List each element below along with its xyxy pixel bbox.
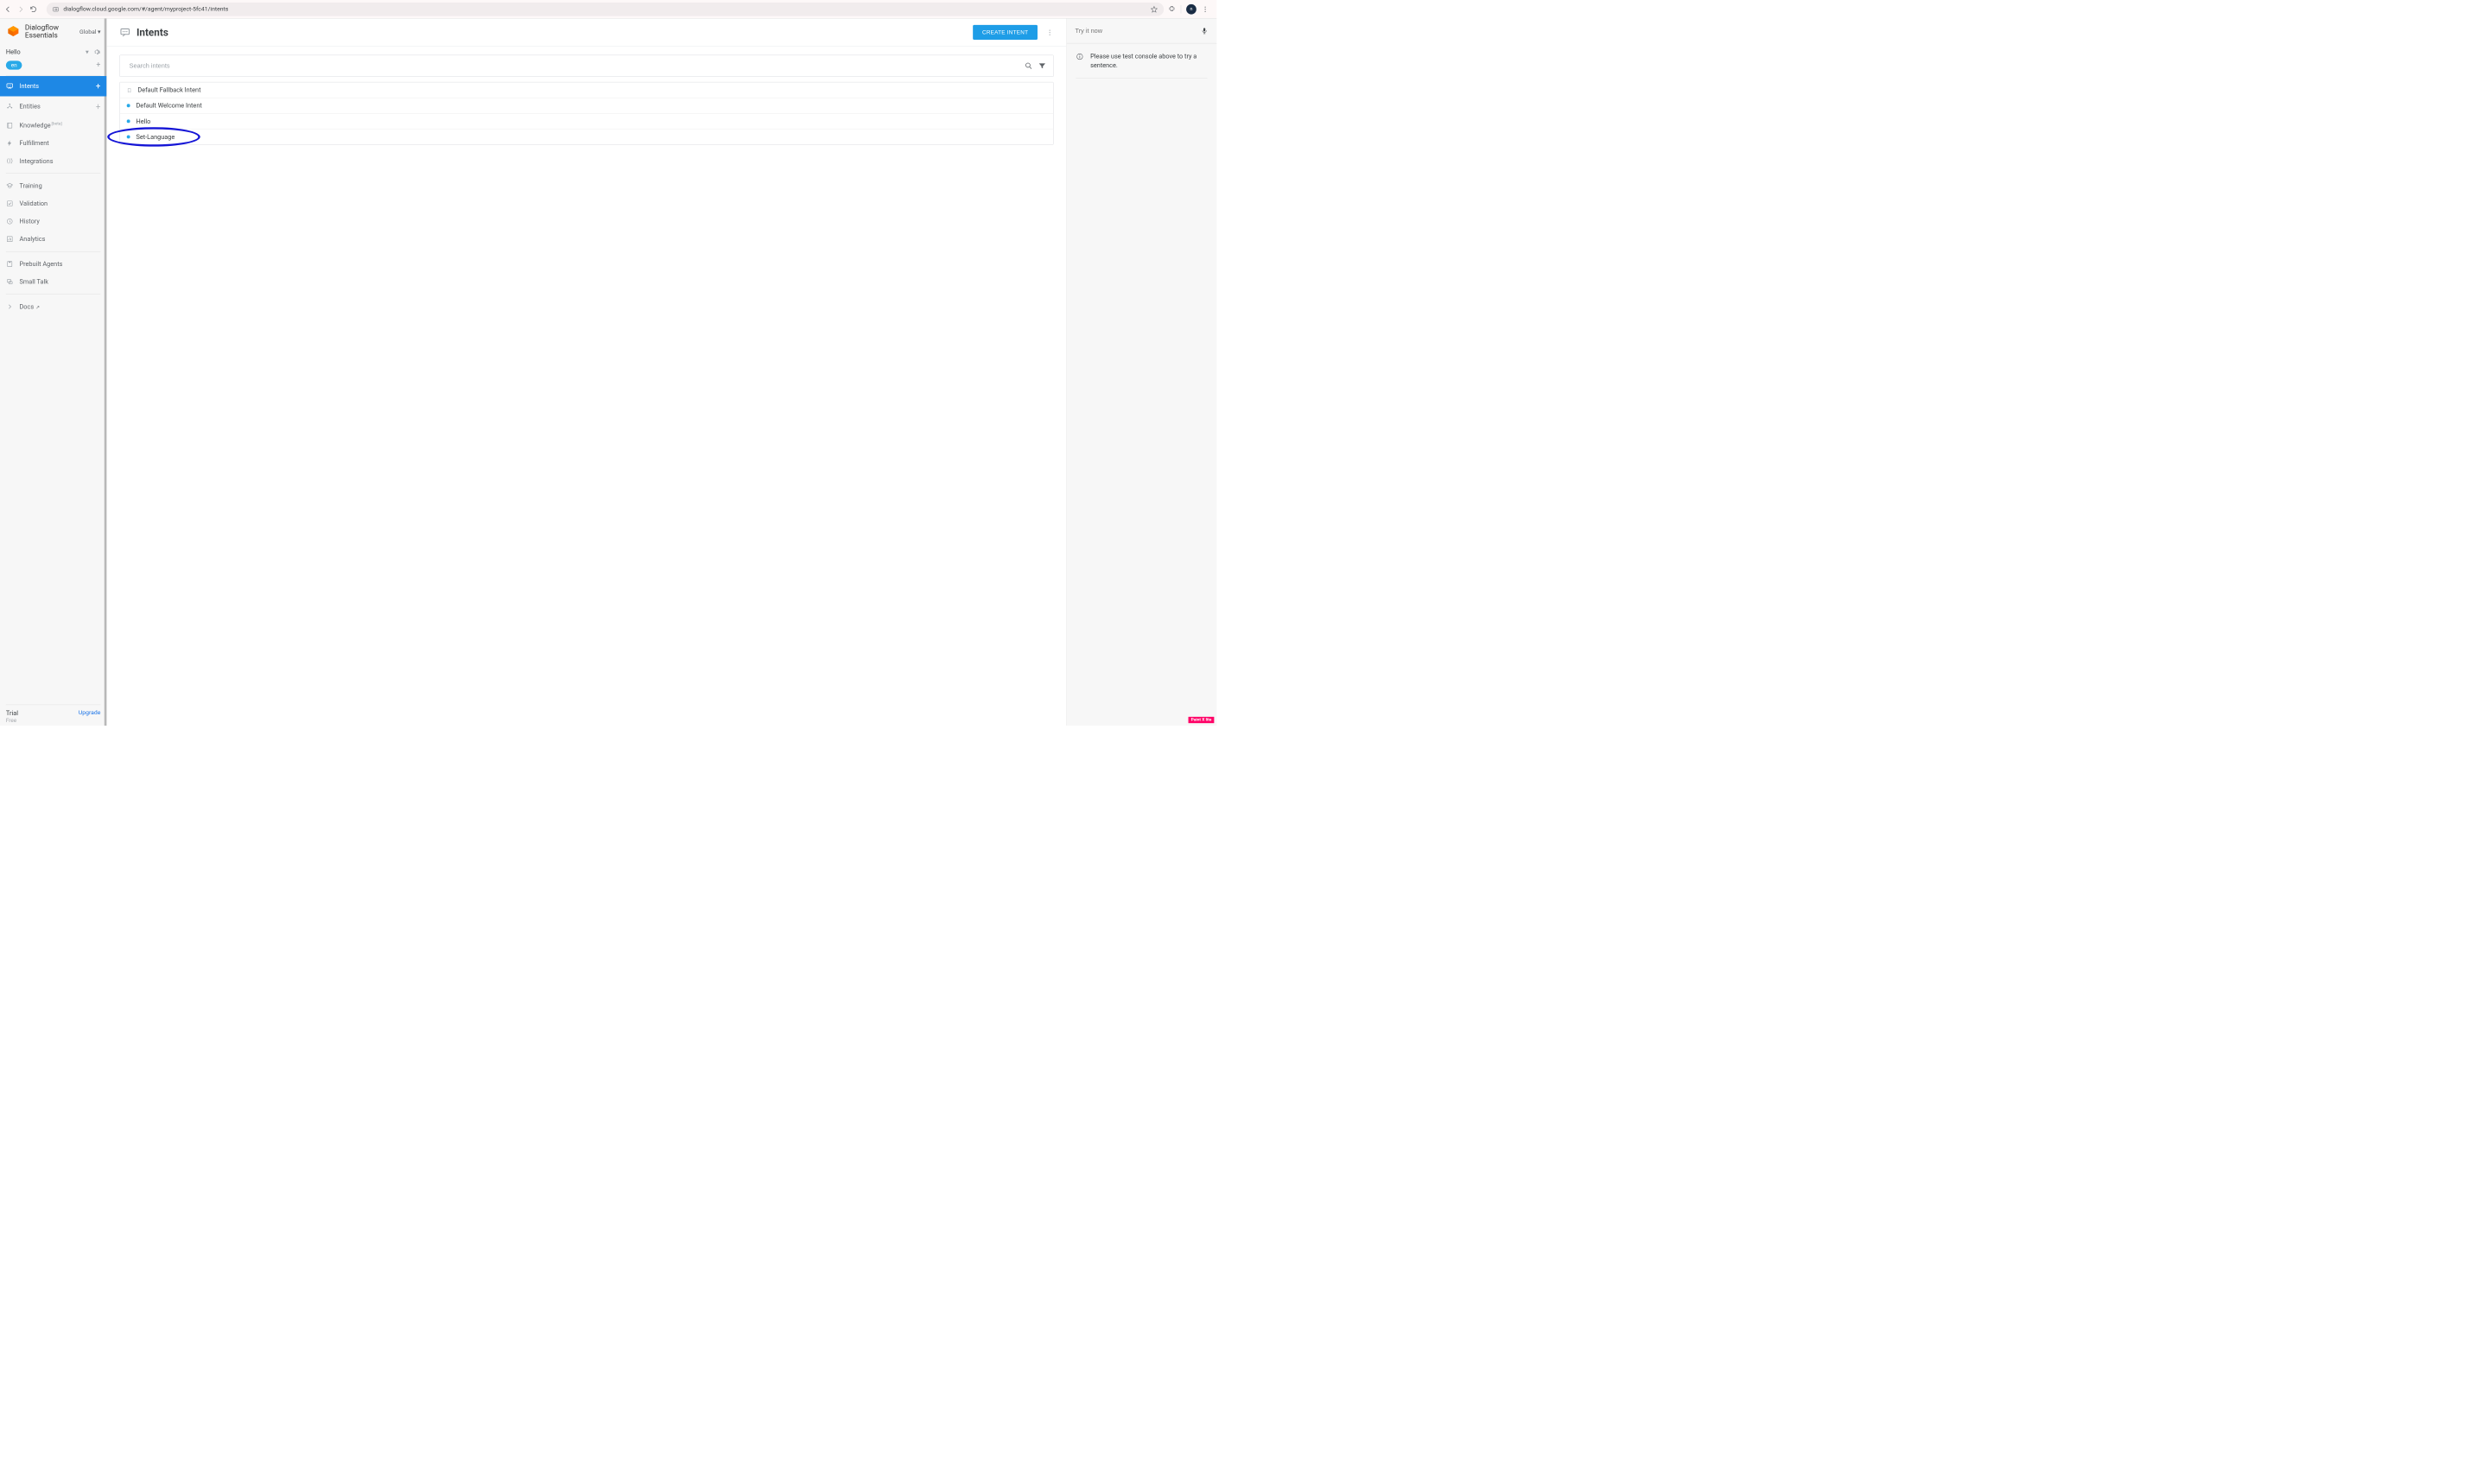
nav-training-label: Training [19,182,100,190]
header-more-icon[interactable] [1046,29,1054,36]
gear-icon[interactable] [93,48,101,56]
intent-row[interactable]: Set-Language [120,130,1053,145]
back-icon[interactable] [4,5,17,13]
add-language-icon[interactable]: + [96,60,100,69]
intent-dot-icon [127,135,130,138]
try-it-panel: Please use test console above to try a s… [1067,19,1217,726]
bookmark-star-icon[interactable] [1151,5,1158,13]
fulfillment-icon [6,139,14,147]
reload-icon[interactable] [29,5,42,13]
page-header: Intents CREATE INTENT [107,19,1067,47]
nav-knowledge[interactable]: Knowledge[beta] [0,117,106,135]
try-it-input[interactable] [1076,28,1201,35]
create-intent-button[interactable]: CREATE INTENT [973,25,1038,40]
training-icon [6,182,14,190]
external-link-icon: ↗ [35,304,40,309]
intents-icon [6,82,14,90]
nav-entities-label: Entities [19,103,90,111]
watermark: Paint X lite [1189,717,1215,723]
caret-down-icon: ▾ [98,29,100,35]
add-intent-icon[interactable]: + [96,81,101,92]
search-box[interactable] [119,55,1053,77]
intent-row[interactable]: Default Welcome Intent [120,98,1053,113]
forward-icon[interactable] [17,5,30,13]
agent-selector[interactable]: Hello ▾ [0,45,106,60]
caret-down-icon: ▾ [86,48,89,56]
nav-training[interactable]: Training [0,177,106,195]
nav-history[interactable]: History [0,212,106,231]
integrations-icon [6,157,14,165]
nav-intents-label: Intents [19,82,89,90]
history-icon [6,218,14,225]
nav-validation[interactable]: Validation [0,194,106,212]
profile-initial: n [1190,6,1192,11]
prebuilt-icon [6,260,14,268]
nav-docs[interactable]: Docs ↗ [0,298,106,316]
sidebar: Dialogflow Essentials Global ▾ Hello ▾ e… [0,19,107,726]
intent-label: Default Fallback Intent [137,86,200,94]
search-input[interactable] [127,60,1025,72]
browser-toolbar: dialogflow.cloud.google.com/#/agent/mypr… [0,0,1216,19]
mic-icon[interactable] [1201,26,1209,35]
nav-knowledge-label: Knowledge[beta] [19,122,100,130]
extensions-icon[interactable] [1168,5,1176,13]
upgrade-link[interactable]: Upgrade [79,709,101,716]
nav-fulfillment-label: Fulfillment [19,139,100,147]
intent-dot-icon [127,119,130,123]
trial-section: Trial Free Upgrade [0,701,106,726]
info-icon [1076,53,1083,70]
intent-label: Set-Language [136,133,175,141]
smalltalk-icon [6,278,14,286]
entities-icon [6,103,14,111]
validation-icon [6,200,14,207]
logo-text: Dialogflow Essentials [25,24,59,39]
region-select[interactable]: Global ▾ [79,29,100,35]
intent-row[interactable]: Default Fallback Intent [120,82,1053,98]
nav-analytics[interactable]: Analytics [0,230,106,248]
dialogflow-logo-icon [6,25,21,40]
nav-analytics-label: Analytics [19,235,100,243]
logo-line2: Essentials [25,32,59,40]
add-entity-icon[interactable]: + [96,101,101,111]
intents-header-icon [119,27,130,38]
nav-entities[interactable]: Entities + [0,96,106,116]
browser-menu-icon[interactable] [1202,5,1209,13]
nav-docs-label: Docs ↗ [19,302,100,310]
chevron-right-icon [6,302,14,310]
nav-prebuilt-label: Prebuilt Agents [19,260,100,268]
url-text: dialogflow.cloud.google.com/#/agent/mypr… [63,6,1146,13]
nav-prebuilt-agents[interactable]: Prebuilt Agents [0,255,106,273]
nav-history-label: History [19,218,100,225]
page-title: Intents [136,27,973,39]
intent-row[interactable]: Hello [120,114,1053,130]
try-it-info-text: Please use test console above to try a s… [1090,52,1207,70]
site-info-icon[interactable] [53,6,60,13]
trial-label: Trial [6,709,18,717]
region-label: Global [79,29,96,35]
intent-label: Hello [136,117,150,125]
intent-label: Default Welcome Intent [136,102,201,110]
nav-integrations-label: Integrations [19,157,100,165]
analytics-icon [6,235,14,243]
nav-smalltalk-label: Small Talk [19,278,100,286]
beta-badge: [beta] [52,122,62,126]
nav-intents[interactable]: Intents + [0,76,106,96]
nav-integrations[interactable]: Integrations [0,152,106,170]
intent-dot-icon [127,104,130,107]
knowledge-icon [6,122,14,130]
agent-name: Hello [6,48,86,56]
nav-smalltalk[interactable]: Small Talk [0,273,106,291]
language-pill[interactable]: en [6,60,22,69]
profile-avatar[interactable]: n [1186,4,1196,15]
filter-icon[interactable] [1038,61,1046,70]
trial-sublabel: Free [6,718,18,724]
address-bar[interactable]: dialogflow.cloud.google.com/#/agent/mypr… [47,3,1164,16]
bookmark-icon [127,87,132,93]
search-icon[interactable] [1025,61,1033,70]
nav-validation-label: Validation [19,200,100,207]
nav-fulfillment[interactable]: Fulfillment [0,134,106,152]
intent-list: Default Fallback Intent Default Welcome … [119,82,1053,145]
